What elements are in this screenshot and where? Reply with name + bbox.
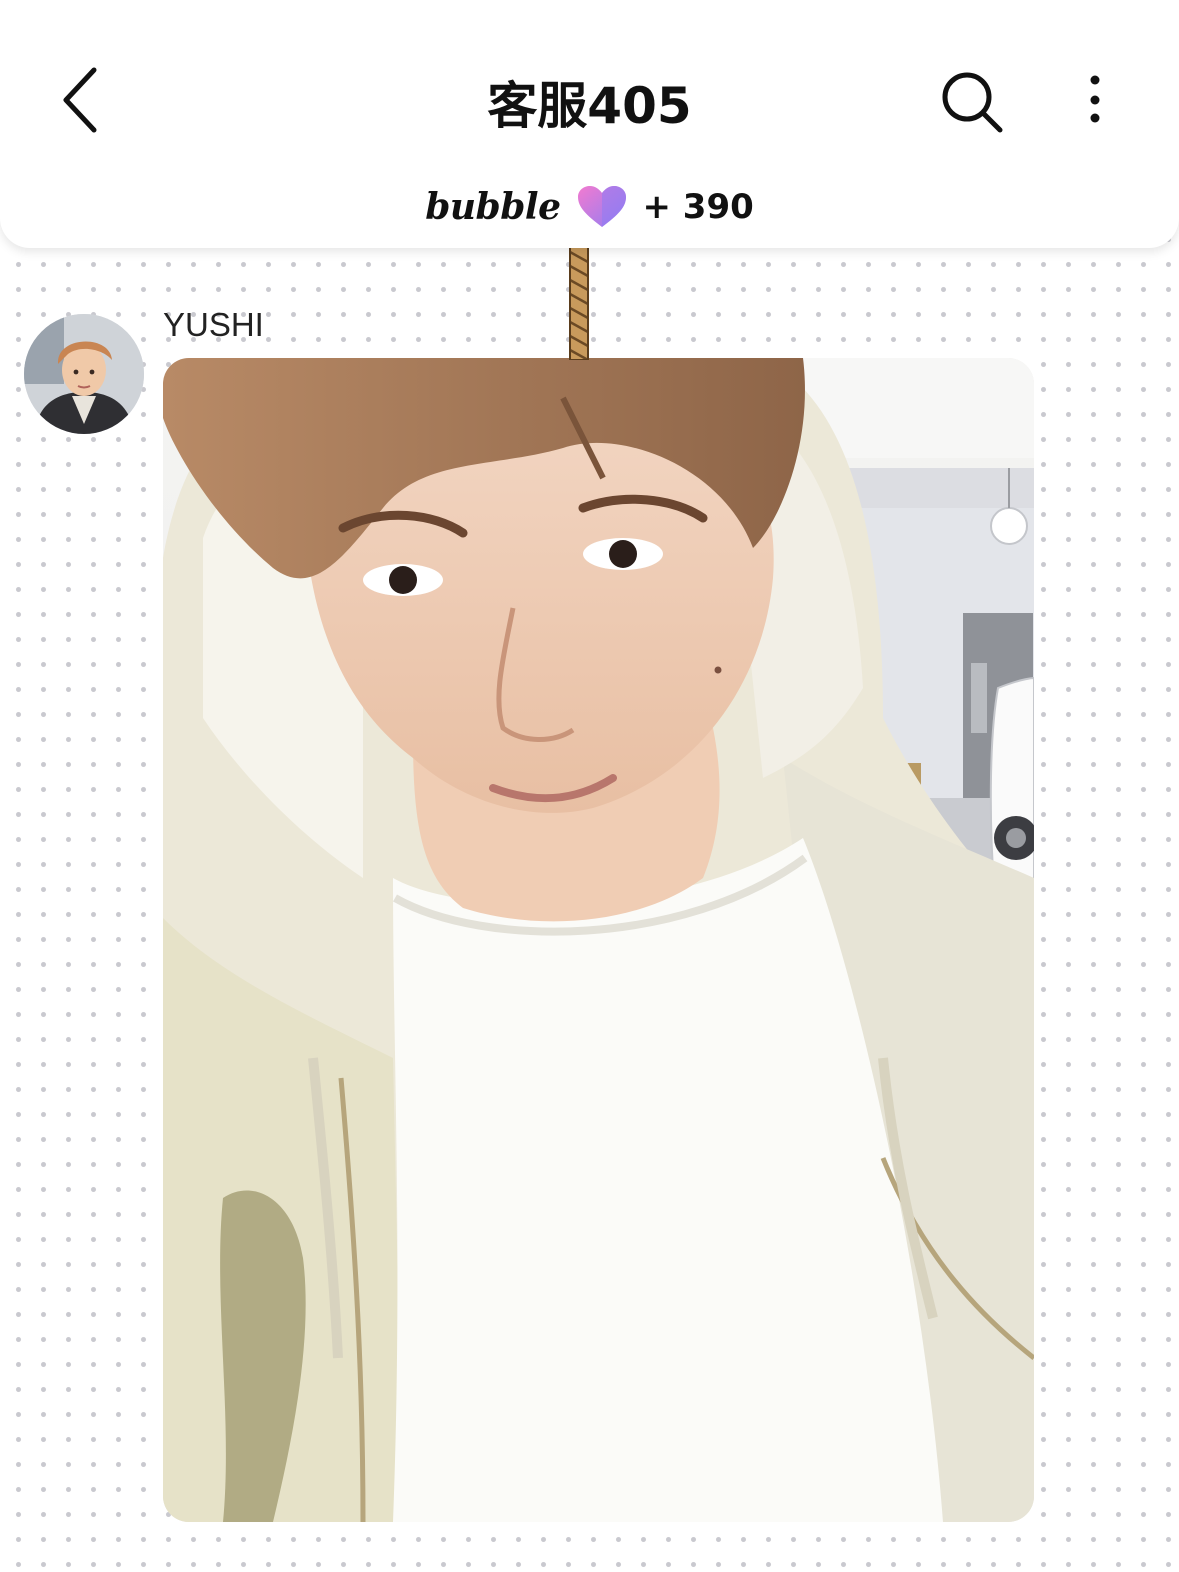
- bubble-count-bar[interactable]: bubble + 390: [0, 180, 1179, 234]
- avatar-photo: [24, 314, 144, 434]
- more-vertical-icon: [1090, 75, 1100, 123]
- more-options-button[interactable]: [1078, 68, 1112, 132]
- avatar[interactable]: [24, 314, 144, 434]
- heart-icon: [578, 186, 627, 227]
- selfie-photo: [163, 358, 1034, 1522]
- bubble-count: + 390: [642, 187, 754, 227]
- sender-name: YUSHI: [163, 306, 264, 343]
- photo-message[interactable]: [163, 358, 1034, 1522]
- bubble-brand-label: bubble: [425, 186, 561, 228]
- search-icon: [942, 72, 1003, 133]
- search-button[interactable]: [936, 66, 1008, 138]
- chat-header: 客服405 bubble + 390: [0, 0, 1179, 248]
- rope-decoration: [569, 246, 589, 360]
